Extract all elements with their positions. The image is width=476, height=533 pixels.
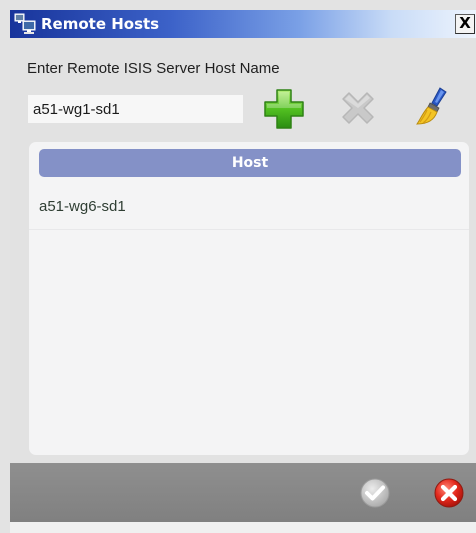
hosts-table: Host a51-wg6-sd1 [29, 142, 469, 455]
remove-host-button[interactable] [336, 88, 380, 132]
host-name-input[interactable] [28, 95, 243, 123]
window-bottom-edge [10, 522, 476, 533]
title-bar[interactable]: Remote Hosts X [10, 10, 476, 38]
cancel-button[interactable] [431, 475, 467, 511]
table-row[interactable]: a51-wg6-sd1 [29, 188, 469, 230]
checkmark-icon [360, 478, 390, 508]
brush-icon [416, 87, 447, 125]
network-hosts-icon [14, 13, 36, 34]
host-column-header[interactable]: Host [39, 149, 461, 177]
remote-hosts-dialog: Remote Hosts X Enter Remote ISIS Server … [0, 0, 476, 533]
cancel-icon [434, 478, 464, 508]
ok-button[interactable] [357, 475, 393, 511]
add-host-button[interactable] [262, 87, 306, 131]
host-name-prompt: Enter Remote ISIS Server Host Name [27, 60, 280, 77]
x-icon [342, 92, 374, 124]
dialog-footer [10, 463, 476, 522]
close-button[interactable]: X [455, 14, 475, 34]
plus-icon [264, 89, 304, 129]
host-cell: a51-wg6-sd1 [39, 198, 126, 215]
window-title: Remote Hosts [41, 15, 160, 33]
clear-hosts-button[interactable] [411, 84, 455, 128]
